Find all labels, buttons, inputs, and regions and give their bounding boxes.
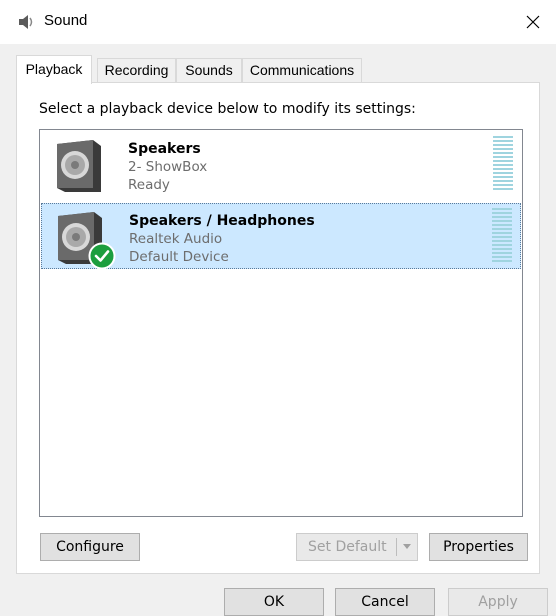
apply-button[interactable]: Apply: [448, 588, 548, 616]
configure-button[interactable]: Configure: [40, 533, 140, 561]
close-button[interactable]: [510, 0, 556, 44]
speaker-icon: [19, 15, 33, 29]
default-check-icon: [88, 242, 116, 270]
device-detail: Realtek Audio: [129, 231, 223, 247]
cancel-button[interactable]: Cancel: [335, 588, 435, 616]
volume-meter: [492, 208, 512, 266]
device-item-speakers[interactable]: Speakers 2- ShowBox Ready: [41, 132, 521, 198]
device-status: Default Device: [129, 249, 229, 265]
tab-recording[interactable]: Recording: [97, 58, 176, 82]
device-status: Ready: [128, 177, 170, 193]
speaker-device-icon: [57, 140, 101, 192]
tab-communications[interactable]: Communications: [242, 58, 362, 82]
title-bar: Sound: [0, 0, 556, 44]
device-item-speakers-headphones[interactable]: Speakers / Headphones Realtek Audio Defa…: [41, 203, 521, 270]
tab-playback[interactable]: Playback: [16, 55, 92, 84]
ok-button[interactable]: OK: [224, 588, 324, 616]
device-name: Speakers: [128, 141, 201, 157]
volume-meter: [493, 136, 513, 194]
properties-button[interactable]: Properties: [429, 533, 528, 561]
instruction-text: Select a playback device below to modify…: [39, 101, 416, 117]
tab-sounds[interactable]: Sounds: [176, 58, 242, 82]
chevron-down-icon: [403, 544, 411, 549]
device-name: Speakers / Headphones: [129, 213, 315, 229]
device-list[interactable]: Speakers 2- ShowBox Ready Speakers / Hea…: [39, 129, 523, 517]
window-title: Sound: [44, 12, 88, 29]
device-detail: 2- ShowBox: [128, 159, 208, 175]
set-default-button[interactable]: Set Default: [296, 533, 418, 561]
playback-panel: Select a playback device below to modify…: [16, 82, 540, 574]
close-icon: [526, 15, 540, 29]
split-separator: [396, 538, 397, 556]
set-default-label: Set Default: [308, 539, 387, 555]
